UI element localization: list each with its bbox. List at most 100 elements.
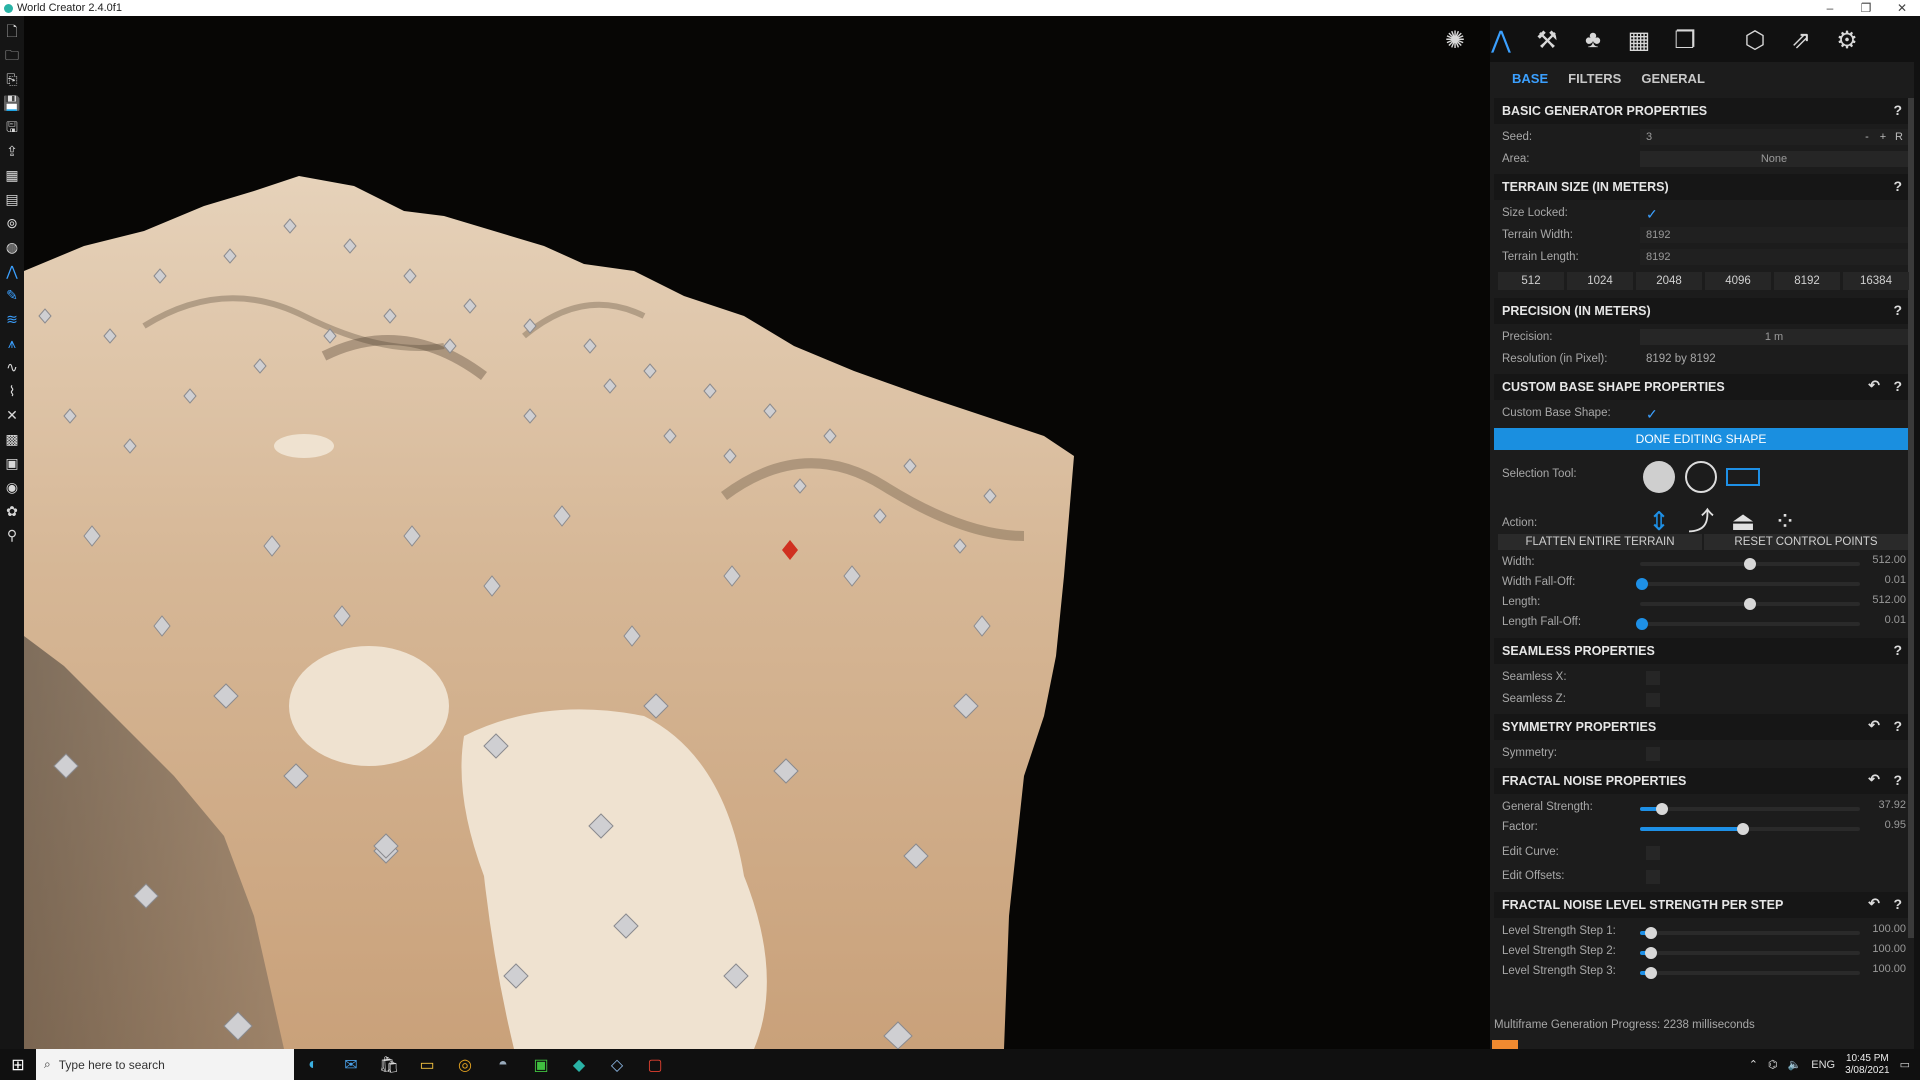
width-slider[interactable] (1640, 558, 1860, 570)
close-button[interactable]: ✕ (1884, 1, 1920, 15)
precision-dropdown[interactable]: 1 m (1640, 329, 1908, 345)
volume-icon[interactable]: 🔈 (1788, 1058, 1802, 1071)
export-3d-icon[interactable]: ⬡ (1740, 25, 1770, 55)
notification-icon[interactable]: ▭ (1900, 1058, 1910, 1071)
forest-icon[interactable]: ♣ (1578, 25, 1608, 55)
slider-knob[interactable] (1645, 947, 1657, 959)
general-strength-slider[interactable] (1640, 803, 1860, 815)
brush-icon[interactable]: ✎ (4, 286, 20, 304)
seamless-z-checkbox[interactable] (1646, 693, 1660, 707)
factor-slider[interactable] (1640, 823, 1860, 835)
level-strength-step-slider[interactable] (1640, 967, 1860, 979)
help-icon[interactable]: ? (1893, 102, 1902, 118)
size-preset-512[interactable]: 512 (1498, 272, 1564, 290)
edit-offsets-checkbox[interactable] (1646, 870, 1660, 884)
size-preset-1024[interactable]: 1024 (1567, 272, 1633, 290)
select-filled-circle-icon[interactable] (1642, 460, 1676, 494)
help-icon[interactable]: ? (1893, 302, 1902, 318)
terrain-width-field[interactable]: 8192 (1640, 227, 1908, 243)
sphere-icon[interactable]: ◉ (4, 478, 20, 496)
edge-icon[interactable]: ◐ (294, 1049, 332, 1080)
generator-icon[interactable]: ✺ (1440, 25, 1470, 55)
layers-icon[interactable]: ❐ (1670, 25, 1700, 55)
help-icon[interactable]: ? (1893, 378, 1902, 394)
help-icon[interactable]: ? (1893, 178, 1902, 194)
language-indicator[interactable]: ENG (1811, 1059, 1835, 1071)
blue-app-icon[interactable]: ◇ (598, 1049, 636, 1080)
clock[interactable]: 10:45 PM 3/08/2021 (1845, 1053, 1890, 1077)
export-icon[interactable]: ⇪ (4, 142, 20, 160)
world-creator-icon[interactable]: ◆ (560, 1049, 598, 1080)
scatter-points-icon[interactable]: ⁘ (1768, 504, 1802, 538)
symmetry-checkbox[interactable] (1646, 747, 1660, 761)
section-custom-base-shape[interactable]: CUSTOM BASE SHAPE PROPERTIES ↶ ? (1494, 374, 1908, 400)
path-icon[interactable]: ∿ (4, 358, 20, 376)
help-icon[interactable]: ? (1893, 642, 1902, 658)
tab-general[interactable]: GENERAL (1641, 71, 1705, 86)
map-tool-icon[interactable]: ▦ (1624, 25, 1654, 55)
mountain-tool-icon[interactable]: ⋀ (1486, 25, 1516, 55)
slider-knob[interactable] (1656, 803, 1668, 815)
section-basic-generator[interactable]: BASIC GENERATOR PROPERTIES ? (1494, 98, 1908, 124)
minimize-button[interactable]: – (1812, 1, 1848, 15)
slider-knob[interactable] (1645, 967, 1657, 979)
map-icon[interactable]: ▦ (4, 166, 20, 184)
edit-curve-checkbox[interactable] (1646, 846, 1660, 860)
red-app-icon[interactable]: ▢ (636, 1049, 674, 1080)
mountain-icon[interactable]: ⋀ (4, 262, 20, 280)
help-icon[interactable]: ? (1893, 718, 1902, 734)
select-outline-circle-icon[interactable] (1684, 460, 1718, 494)
save-icon[interactable]: 💾 (3, 94, 20, 112)
size-preset-16384[interactable]: 16384 (1843, 272, 1909, 290)
terrain-length-field[interactable]: 8192 (1640, 249, 1908, 265)
size-preset-4096[interactable]: 4096 (1705, 272, 1771, 290)
file-explorer-icon[interactable]: ▭ (408, 1049, 446, 1080)
select-rectangle-icon[interactable] (1726, 460, 1760, 494)
stamp-icon[interactable]: ⚲ (4, 526, 20, 544)
settings-icon[interactable]: ✿ (4, 502, 20, 520)
length-falloff-slider[interactable] (1636, 618, 1860, 630)
length-slider[interactable] (1640, 598, 1860, 610)
chrome-icon[interactable]: ◎ (446, 1049, 484, 1080)
flatten-entire-terrain-button[interactable]: FLATTEN ENTIRE TERRAIN (1498, 534, 1702, 550)
slider-knob[interactable] (1744, 598, 1756, 610)
reset-control-points-button[interactable]: RESET CONTROL POINTS (1704, 534, 1908, 550)
level-strength-step-slider[interactable] (1640, 927, 1860, 939)
open-folder-icon[interactable]: 🗀 (4, 46, 20, 64)
section-seamless[interactable]: SEAMLESS PROPERTIES ? (1494, 638, 1908, 664)
seed-minus-button[interactable]: - (1860, 129, 1874, 145)
help-icon[interactable]: ? (1893, 896, 1902, 912)
import-icon[interactable]: ⎘ (4, 70, 20, 88)
custom-base-shape-checkbox[interactable]: ✓ (1646, 407, 1660, 421)
size-locked-checkbox[interactable]: ✓ (1646, 207, 1660, 221)
move-vertical-icon[interactable]: ⇕ (1642, 504, 1676, 538)
sculpt-icon[interactable]: ⚒ (1532, 25, 1562, 55)
panel-scrollbar[interactable] (1908, 98, 1914, 938)
slider-knob[interactable] (1737, 823, 1750, 835)
section-terrain-size[interactable]: TERRAIN SIZE (IN METERS) ? (1494, 174, 1908, 200)
size-preset-2048[interactable]: 2048 (1636, 272, 1702, 290)
erosion-icon[interactable]: ⌇ (4, 382, 20, 400)
seed-field[interactable]: 3 - + R (1640, 129, 1908, 145)
transform-icon[interactable]: ✕ (4, 406, 20, 424)
network-icon[interactable]: ⌬ (1768, 1058, 1778, 1071)
grid-icon[interactable]: ▩ (4, 430, 20, 448)
steam-icon[interactable]: ◓ (484, 1049, 522, 1080)
area-dropdown[interactable]: None (1640, 151, 1908, 167)
image-icon[interactable]: ▣ (4, 454, 20, 472)
section-symmetry[interactable]: SYMMETRY PROPERTIES ↶ ? (1494, 714, 1908, 740)
reset-arrow-icon[interactable]: ↶ (1868, 895, 1880, 912)
save-as-icon[interactable]: 🖫 (4, 118, 20, 136)
help-icon[interactable]: ? (1893, 772, 1902, 788)
seed-random-button[interactable]: R (1892, 129, 1906, 145)
terrain-viewport[interactable] (24, 16, 1490, 1049)
share-icon[interactable]: ⇗ (1786, 25, 1816, 55)
slider-knob[interactable] (1636, 618, 1649, 630)
tab-base[interactable]: BASE (1512, 71, 1548, 86)
green-app-icon[interactable]: ▣ (522, 1049, 560, 1080)
curve-edit-icon[interactable]: ⤴ (1684, 504, 1718, 538)
slider-knob[interactable] (1636, 578, 1649, 590)
taskbar-search[interactable]: ⌕ Type here to search (36, 1049, 294, 1080)
mail-icon[interactable]: ✉ (332, 1049, 370, 1080)
settings-gear-icon[interactable]: ⚙ (1832, 25, 1862, 55)
